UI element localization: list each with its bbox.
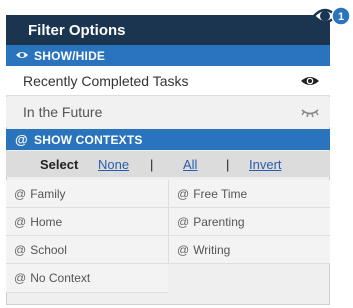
context-label: Family <box>30 187 66 201</box>
toggle-recently-completed[interactable]: Recently Completed Tasks <box>6 66 330 96</box>
show-hide-label: SHOW/HIDE <box>34 49 106 63</box>
at-icon: @ <box>15 132 28 147</box>
select-all-link[interactable]: All <box>183 151 197 178</box>
show-contexts-label: SHOW CONTEXTS <box>34 133 143 147</box>
context-item-family[interactable]: @ Family <box>6 180 168 208</box>
show-hide-section-header: SHOW/HIDE <box>6 45 330 66</box>
eye-icon <box>16 52 28 58</box>
select-label: Select <box>40 157 79 172</box>
at-icon: @ <box>14 187 27 201</box>
context-item-writing[interactable]: @ Writing <box>168 236 330 264</box>
at-icon: @ <box>177 243 190 257</box>
at-icon: @ <box>14 215 27 229</box>
context-label: Writing <box>193 243 231 257</box>
eye-badge-icon: 1 <box>312 6 351 26</box>
toggle-in-the-future[interactable]: In the Future <box>6 97 330 127</box>
at-icon: @ <box>177 187 190 201</box>
separator: | <box>226 157 230 172</box>
recently-completed-label: Recently Completed Tasks <box>23 73 189 89</box>
at-icon: @ <box>177 215 190 229</box>
context-item-school[interactable]: @ School <box>6 236 168 264</box>
context-label: No Context <box>30 271 91 285</box>
visibility-toggle-button[interactable]: 1 <box>312 3 352 29</box>
context-label: Home <box>30 215 63 229</box>
context-label: Parenting <box>193 215 245 229</box>
context-label: School <box>30 243 67 257</box>
badge-count: 1 <box>338 11 344 23</box>
context-select-row: Select None | All | Invert <box>6 151 330 177</box>
eye-closed-icon <box>301 109 319 118</box>
show-contexts-section-header: @ SHOW CONTEXTS <box>6 129 330 150</box>
select-none-link[interactable]: None <box>98 151 129 178</box>
at-icon: @ <box>14 243 27 257</box>
eye-open-icon <box>301 77 319 85</box>
filter-title: Filter Options <box>28 22 126 39</box>
context-item-no-context[interactable]: @ No Context <box>6 264 168 293</box>
filter-header: Filter Options <box>6 15 330 45</box>
context-item-home[interactable]: @ Home <box>6 208 168 236</box>
context-item-free-time[interactable]: @ Free Time <box>168 180 330 208</box>
at-icon: @ <box>14 271 27 285</box>
in-the-future-label: In the Future <box>23 104 103 120</box>
context-item-parenting[interactable]: @ Parenting <box>168 208 330 236</box>
select-invert-link[interactable]: Invert <box>249 151 282 178</box>
separator: | <box>150 157 154 172</box>
context-label: Free Time <box>193 187 248 201</box>
